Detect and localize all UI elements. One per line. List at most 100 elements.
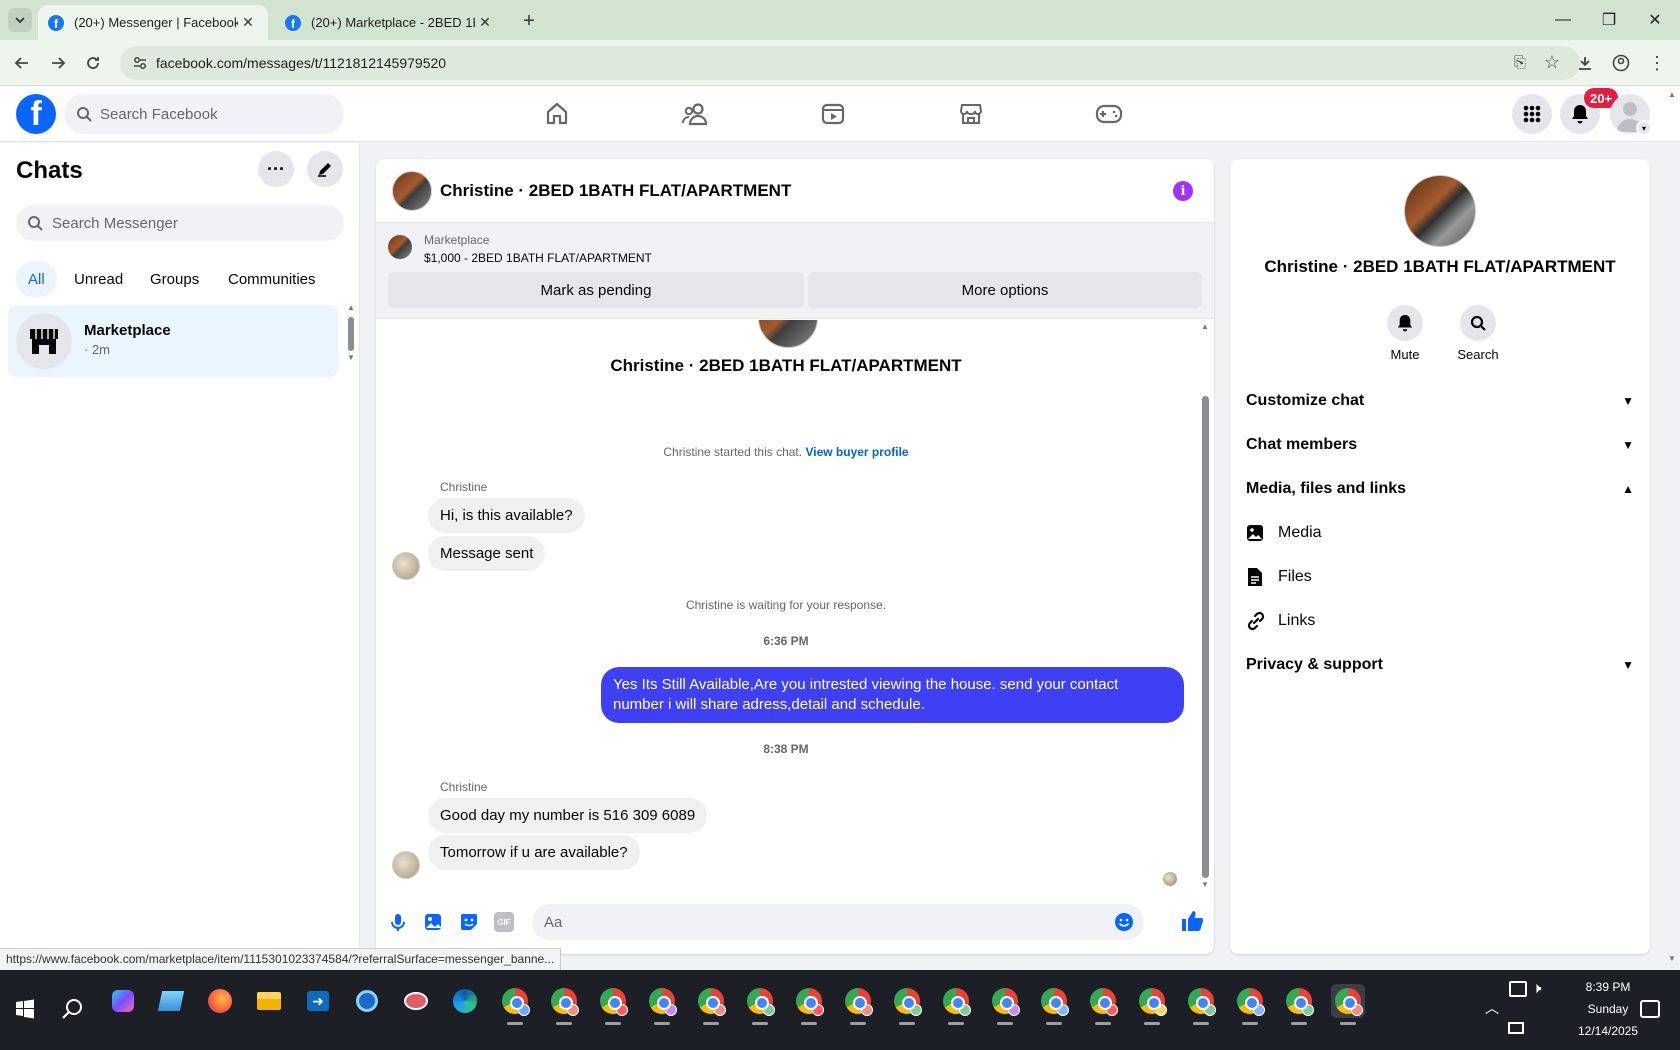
nav-gaming[interactable] [1090, 96, 1128, 132]
message-input[interactable]: Aa [532, 904, 1144, 940]
close-tab-icon[interactable]: ✕ [238, 14, 258, 31]
page-scroll-up-arrow[interactable]: ▲ [1668, 90, 1676, 99]
chrome-window-icon[interactable] [645, 984, 679, 1025]
message-scrollbar[interactable]: ▲ ▼ [1200, 320, 1210, 892]
filter-groups[interactable]: Groups [138, 261, 211, 297]
files-row[interactable]: Files [1246, 555, 1634, 599]
chrome-window-icon[interactable] [1086, 984, 1120, 1025]
scroll-down-arrow[interactable]: ▼ [347, 353, 355, 362]
chrome-window-icon[interactable] [694, 984, 728, 1025]
restore-button[interactable]: ❐ [1586, 0, 1632, 40]
incoming-message[interactable]: Message sent [428, 536, 546, 571]
more-options-button[interactable]: More options [808, 272, 1202, 308]
media-row[interactable]: Media [1246, 511, 1634, 555]
mail-app-icon[interactable]: ➜ [301, 984, 335, 1018]
chrome-window-icon[interactable] [792, 984, 826, 1025]
view-buyer-profile-link[interactable]: View buyer profile [805, 445, 908, 459]
meet-now-icon[interactable] [1509, 981, 1527, 997]
voice-clip-button[interactable] [388, 912, 408, 932]
scroll-up-arrow[interactable]: ▲ [347, 303, 355, 312]
chrome-window-icon[interactable] [547, 984, 581, 1025]
filter-communities[interactable]: Communities [216, 261, 328, 297]
chrome-window-icon[interactable] [743, 984, 777, 1025]
show-hidden-icons-button[interactable]: ︿ [1485, 998, 1499, 1018]
conversation-info-button[interactable]: i [1173, 181, 1193, 201]
listing-thumb[interactable] [388, 235, 412, 259]
page-scroll-down-arrow[interactable]: ▼ [1668, 954, 1676, 963]
app-icon[interactable] [350, 984, 384, 1018]
search-button[interactable] [56, 992, 90, 1026]
chrome-window-icon[interactable] [841, 984, 875, 1025]
network-icon[interactable] [1508, 1022, 1524, 1034]
minimize-button[interactable]: — [1540, 0, 1586, 40]
incoming-message[interactable]: Hi, is this available? [428, 498, 585, 533]
chrome-window-icon[interactable] [1331, 984, 1365, 1025]
chrome-window-icon[interactable] [939, 984, 973, 1025]
browser-tab-messenger[interactable]: f (20+) Messenger | Facebook ✕ [38, 5, 268, 40]
facebook-search-input[interactable]: Search Facebook [64, 94, 344, 134]
search-in-conversation-button[interactable]: Search [1450, 305, 1506, 362]
customize-chat-row[interactable]: Customize chat ▼ [1246, 379, 1634, 423]
chrome-window-icon[interactable] [596, 984, 630, 1025]
close-tab-icon[interactable]: ✕ [475, 14, 495, 31]
links-row[interactable]: Links [1246, 599, 1634, 643]
filter-unread[interactable]: Unread [62, 261, 135, 297]
chrome-window-icon[interactable] [1037, 984, 1071, 1025]
gif-button[interactable]: GIF [494, 912, 514, 932]
chrome-window-icon[interactable] [1184, 984, 1218, 1025]
filter-all[interactable]: All [16, 261, 57, 297]
scroll-thumb[interactable] [348, 317, 354, 351]
profile-button[interactable] [1608, 50, 1634, 76]
facebook-logo-icon[interactable]: f [16, 94, 56, 134]
mark-as-pending-button[interactable]: Mark as pending [388, 272, 804, 308]
sticker-button[interactable] [459, 912, 479, 932]
firefox-icon[interactable] [203, 984, 237, 1018]
conversation-title[interactable]: Christine · 2BED 1BATH FLAT/APARTMENT [440, 181, 791, 201]
bookmark-star-icon[interactable]: ☆ [1544, 52, 1560, 73]
file-explorer-icon[interactable] [252, 984, 286, 1018]
browser-tab-marketplace[interactable]: f (20+) Marketplace - 2BED 1BAT ✕ [275, 5, 505, 40]
forward-button[interactable] [45, 50, 71, 76]
back-button[interactable] [9, 50, 35, 76]
like-button[interactable] [1180, 909, 1204, 933]
chrome-window-icon[interactable] [1233, 984, 1267, 1025]
browser-menu-button[interactable]: ⋮ [1644, 50, 1670, 76]
edge-icon[interactable] [448, 984, 482, 1018]
scroll-down-arrow[interactable]: ▼ [1201, 880, 1209, 889]
outgoing-message[interactable]: Yes Its Still Available,Are you intreste… [601, 667, 1184, 723]
incoming-message[interactable]: Good day my number is 516 309 6089 [428, 798, 708, 833]
install-app-icon[interactable]: ⎘ [1514, 54, 1526, 71]
media-files-links-row[interactable]: Media, files and links ▲ [1246, 467, 1634, 511]
notes-app-icon[interactable] [154, 984, 188, 1018]
chrome-window-icon[interactable] [1135, 984, 1169, 1025]
notification-center-icon[interactable] [1640, 1000, 1660, 1018]
christine-avatar[interactable] [392, 851, 420, 879]
nav-video[interactable] [814, 96, 852, 132]
clock-time[interactable]: 8:39 PM [1568, 980, 1648, 994]
copilot-icon[interactable] [106, 984, 140, 1018]
christine-avatar[interactable] [392, 552, 420, 580]
messenger-search-input[interactable]: Search Messenger [16, 205, 344, 241]
menu-button[interactable] [1512, 94, 1552, 134]
conversation-item[interactable]: Marketplace · 2m [8, 305, 338, 377]
new-message-button[interactable] [307, 151, 343, 187]
new-tab-button[interactable]: + [516, 8, 542, 34]
chat-options-button[interactable]: ··· [258, 151, 294, 187]
nav-home[interactable] [538, 96, 576, 132]
chats-scrollbar[interactable]: ▲ ▼ [347, 303, 355, 362]
chat-members-row[interactable]: Chat members ▼ [1246, 423, 1634, 467]
privacy-support-row[interactable]: Privacy & support ▼ [1246, 643, 1634, 687]
listing-title-link[interactable]: $1,000 - 2BED 1BATH FLAT/APARTMENT [424, 251, 652, 265]
attach-photo-button[interactable] [423, 912, 443, 932]
start-button[interactable] [8, 992, 42, 1026]
scroll-up-arrow[interactable]: ▲ [1201, 322, 1209, 331]
incoming-message[interactable]: Tomorrow if u are available? [428, 835, 640, 870]
account-chevron-icon[interactable]: ▾ [1636, 120, 1652, 136]
emoji-icon[interactable] [1114, 912, 1134, 932]
close-window-button[interactable]: ✕ [1632, 0, 1678, 40]
volume-icon[interactable]: 🕨 [1532, 980, 1541, 997]
app-icon[interactable] [399, 984, 433, 1018]
scroll-thumb[interactable] [1202, 396, 1209, 878]
nav-marketplace[interactable] [952, 96, 990, 132]
chrome-window-icon[interactable] [498, 984, 532, 1025]
